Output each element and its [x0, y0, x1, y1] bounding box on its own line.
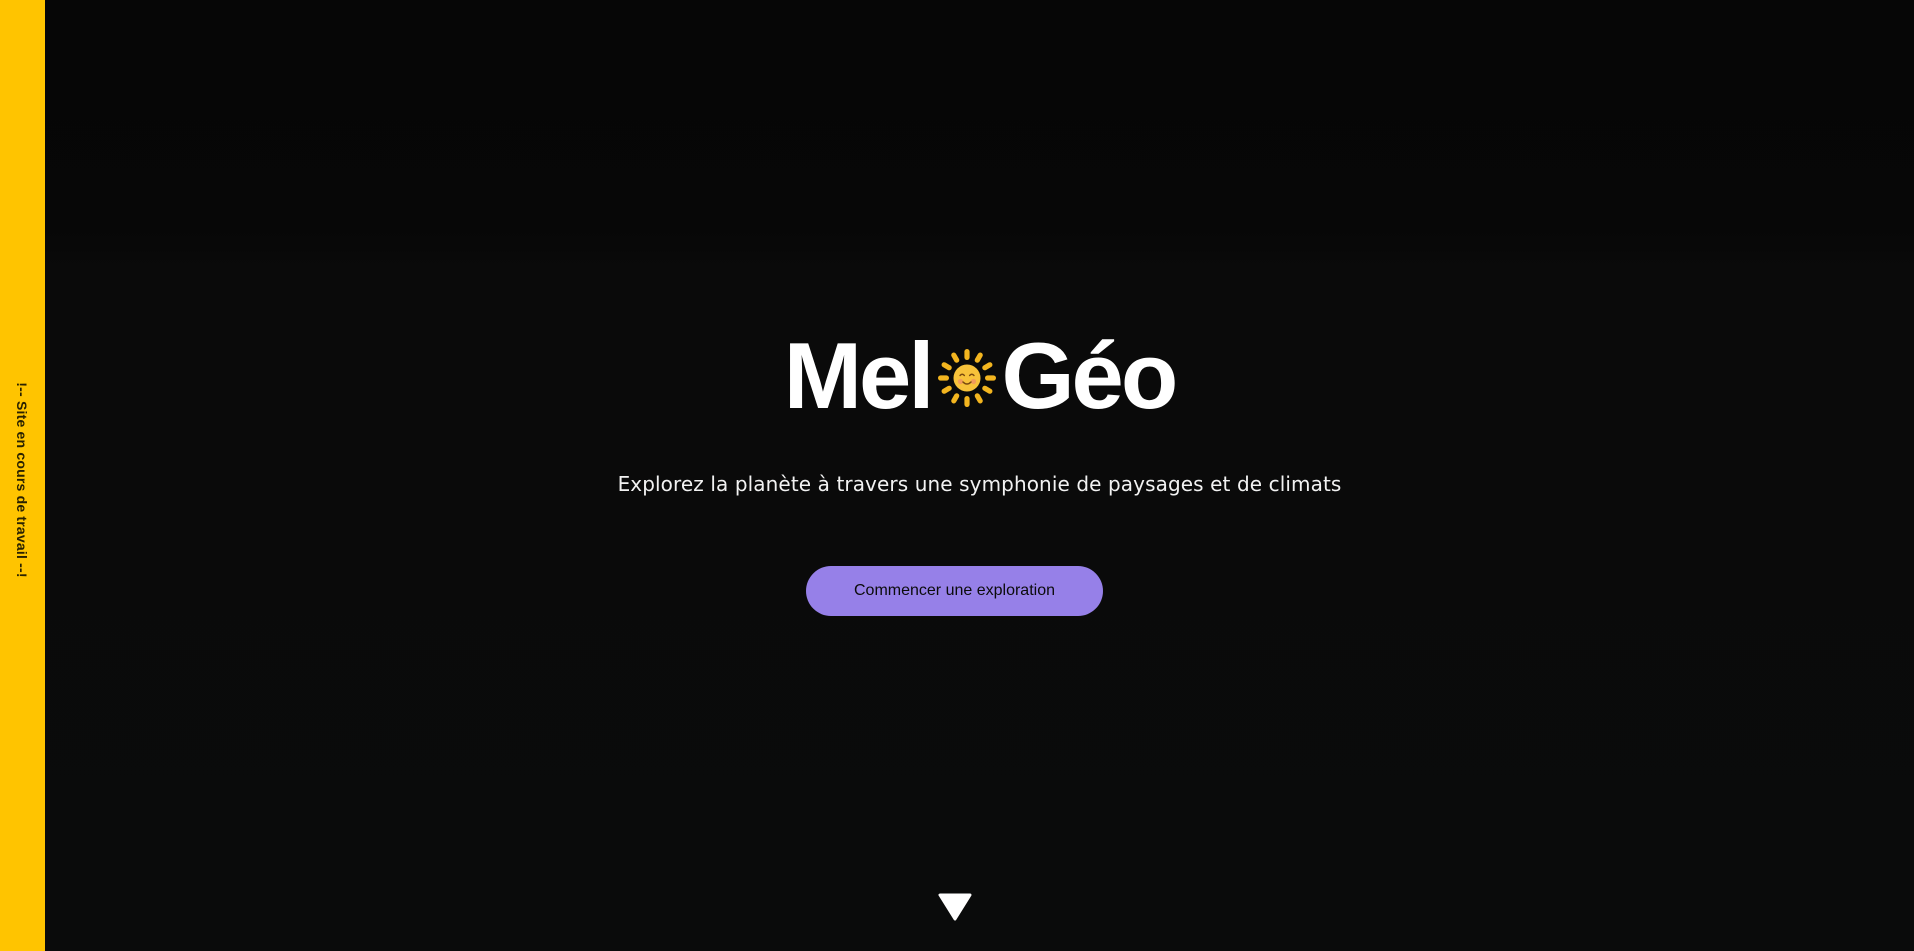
- start-exploration-button[interactable]: Commencer une exploration: [806, 566, 1103, 616]
- smiling-sun-icon: [938, 349, 997, 407]
- page: !-- Site en cours de travail --! Mel Géo…: [0, 0, 1914, 951]
- wip-notice-text: !-- Site en cours de travail --!: [14, 382, 30, 578]
- site-logo[interactable]: Mel Géo: [45, 326, 1914, 426]
- hero-section: Mel Géo Explorez la planète à travers un…: [45, 0, 1914, 951]
- wip-sidebar-banner: !-- Site en cours de travail --!: [0, 0, 45, 951]
- logo-text-left: Mel: [783, 323, 935, 428]
- triangle-down-icon[interactable]: [937, 892, 973, 922]
- hero-subtitle: Explorez la planète à travers une sympho…: [617, 472, 1342, 496]
- logo-text-right: Géo: [1001, 323, 1178, 428]
